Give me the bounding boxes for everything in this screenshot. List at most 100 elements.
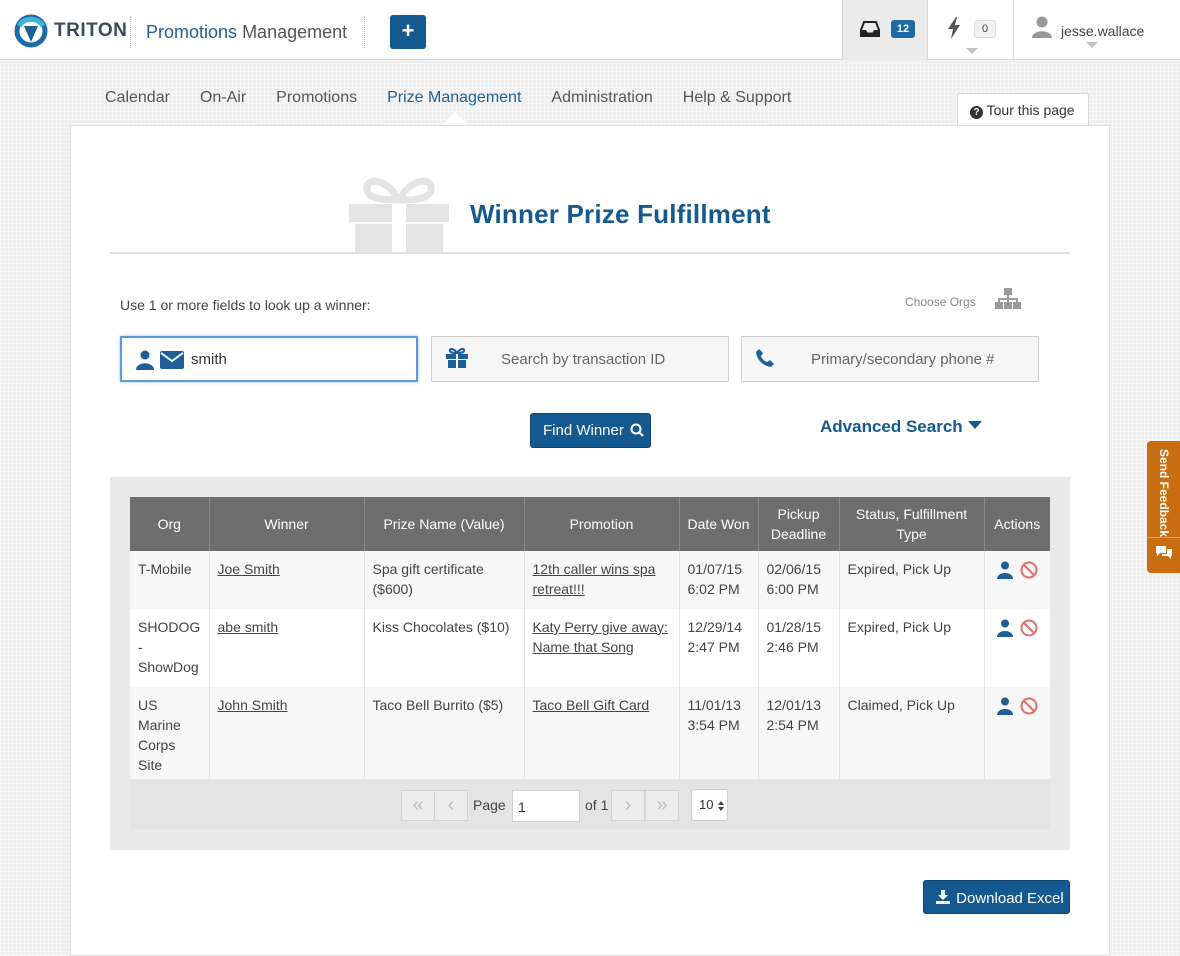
divider [364, 16, 365, 48]
find-winner-button[interactable]: Find Winner [530, 413, 651, 448]
column-header-winner[interactable]: Winner [209, 497, 365, 551]
cell-org: US Marine Corps Site [130, 687, 210, 785]
page-number-input[interactable]: 1 [512, 790, 580, 822]
cell-winner: John Smith [209, 687, 365, 785]
inbox-button[interactable]: 12 [842, 0, 928, 60]
cell-actions [984, 609, 1050, 687]
lookup-label: Use 1 or more fields to look up a winner… [120, 297, 371, 313]
user-menu[interactable]: jesse.wallace [1014, 0, 1180, 60]
nav-promotions[interactable]: Promotions [276, 89, 357, 107]
gift-icon [349, 177, 449, 254]
alerts-count-badge: 0 [974, 20, 996, 38]
cell-date-won: 12/29/14 2:47 PM [679, 609, 759, 687]
cell-promotion: 12th caller wins spa retreat!!! [524, 551, 680, 609]
send-feedback-label: Send Feedback [1157, 449, 1171, 538]
cell-deadline: 01/28/15 2:46 PM [758, 609, 840, 687]
page-total-label: of 1 [585, 797, 609, 813]
winner-search-value: smith [191, 351, 227, 368]
tour-button[interactable]: ? Tour this page [957, 93, 1089, 126]
table-row: US Marine Corps Site John Smith Taco Bel… [130, 687, 1050, 785]
transaction-search-placeholder: Search by transaction ID [501, 351, 666, 368]
cell-status: Claimed, Pick Up [839, 687, 985, 785]
page-title: Winner Prize Fulfillment [470, 199, 771, 229]
cell-winner: abe smith [209, 609, 365, 687]
promotion-link[interactable]: Katy Perry give away: Name that Song [533, 619, 668, 655]
next-page-button[interactable]: › [611, 790, 645, 821]
last-page-button[interactable]: » [645, 790, 679, 821]
table-row: SHODOG - ShowDog abe smith Kiss Chocolat… [130, 609, 1050, 687]
app-title-accent: Promotions [146, 22, 238, 42]
cell-date-won: 11/01/13 3:54 PM [679, 687, 759, 785]
advanced-search-toggle[interactable]: Advanced Search [820, 417, 982, 437]
phone-search-input[interactable]: Primary/secondary phone # [741, 336, 1039, 382]
org-chart-icon[interactable] [995, 288, 1021, 310]
winner-link[interactable]: Joe Smith [218, 561, 280, 577]
user-icon [1032, 16, 1052, 38]
download-excel-label: Download Excel [956, 890, 1064, 907]
download-icon [936, 890, 950, 904]
gift-small-icon [446, 348, 468, 368]
promotion-link[interactable]: 12th caller wins spa retreat!!! [533, 561, 656, 597]
send-feedback-tab[interactable]: Send Feedback [1147, 441, 1180, 573]
page-size-value: 10 [699, 797, 714, 812]
nav-prize-management[interactable]: Prize Management [387, 89, 521, 107]
prev-page-button[interactable]: ‹ [434, 790, 468, 821]
find-winner-label: Find Winner [543, 422, 624, 439]
title-divider [110, 252, 1070, 254]
winner-link[interactable]: John Smith [218, 697, 288, 713]
ban-icon[interactable] [1020, 561, 1038, 579]
cell-status: Expired, Pick Up [839, 609, 985, 687]
nav-help-support[interactable]: Help & Support [683, 89, 792, 107]
add-button[interactable]: + [390, 15, 426, 49]
column-header-status[interactable]: Status, Fulfillment Type [839, 497, 985, 551]
user-caret-icon [1086, 42, 1098, 48]
cell-prize: Kiss Chocolates ($10) [364, 609, 525, 687]
top-bar: TRITON Promotions Management + 12 0 jess… [0, 0, 1180, 60]
ban-icon[interactable] [1020, 697, 1038, 715]
phone-search-placeholder: Primary/secondary phone # [811, 351, 995, 368]
cell-actions [984, 687, 1050, 785]
cell-promotion: Taco Bell Gift Card [524, 687, 680, 785]
cell-deadline: 02/06/15 6:00 PM [758, 551, 840, 609]
ban-icon[interactable] [1020, 619, 1038, 637]
column-header-pickup-deadline[interactable]: Pickup Deadline [758, 497, 840, 551]
inbox-icon [860, 21, 880, 37]
table-header-row: Org Winner Prize Name (Value) Promotion … [130, 497, 1050, 551]
sort-arrows-icon [718, 801, 724, 811]
envelope-icon [160, 351, 184, 369]
nav-calendar[interactable]: Calendar [105, 89, 170, 107]
nav-administration[interactable]: Administration [551, 89, 652, 107]
user-icon [136, 350, 154, 370]
cell-status: Expired, Pick Up [839, 551, 985, 609]
main-nav: Calendar On-Air Promotions Prize Managem… [105, 89, 821, 107]
divider [1147, 537, 1180, 538]
nav-on-air[interactable]: On-Air [200, 89, 246, 107]
promotion-link[interactable]: Taco Bell Gift Card [533, 697, 650, 713]
page-size-select[interactable]: 10 [691, 789, 728, 821]
bolt-icon [948, 17, 960, 39]
first-page-button[interactable]: « [401, 790, 435, 821]
cell-promotion: Katy Perry give away: Name that Song [524, 609, 680, 687]
cell-deadline: 12/01/13 2:54 PM [758, 687, 840, 785]
download-excel-button[interactable]: Download Excel [923, 880, 1070, 914]
transaction-search-input[interactable]: Search by transaction ID [431, 336, 729, 382]
column-header-prize[interactable]: Prize Name (Value) [364, 497, 525, 551]
username: jesse.wallace [1061, 23, 1145, 39]
column-header-date-won[interactable]: Date Won [679, 497, 759, 551]
column-header-promotion[interactable]: Promotion [524, 497, 680, 551]
cell-org: T-Mobile [130, 551, 210, 609]
caret-down-icon [967, 421, 982, 429]
triton-logo[interactable]: TRITON [14, 13, 127, 49]
cell-date-won: 01/07/15 6:02 PM [679, 551, 759, 609]
winner-search-input[interactable]: smith [120, 336, 418, 382]
view-winner-icon[interactable] [996, 561, 1013, 579]
alerts-button[interactable]: 0 [928, 0, 1014, 60]
winner-link[interactable]: abe smith [218, 619, 279, 635]
view-winner-icon[interactable] [996, 697, 1013, 715]
column-header-org[interactable]: Org [130, 497, 210, 551]
page-label: Page [473, 797, 506, 813]
choose-orgs-link[interactable]: Choose Orgs [905, 295, 976, 309]
app-title: Promotions Management [146, 22, 347, 43]
view-winner-icon[interactable] [996, 619, 1013, 637]
table-row: T-Mobile Joe Smith Spa gift certificate … [130, 551, 1050, 609]
